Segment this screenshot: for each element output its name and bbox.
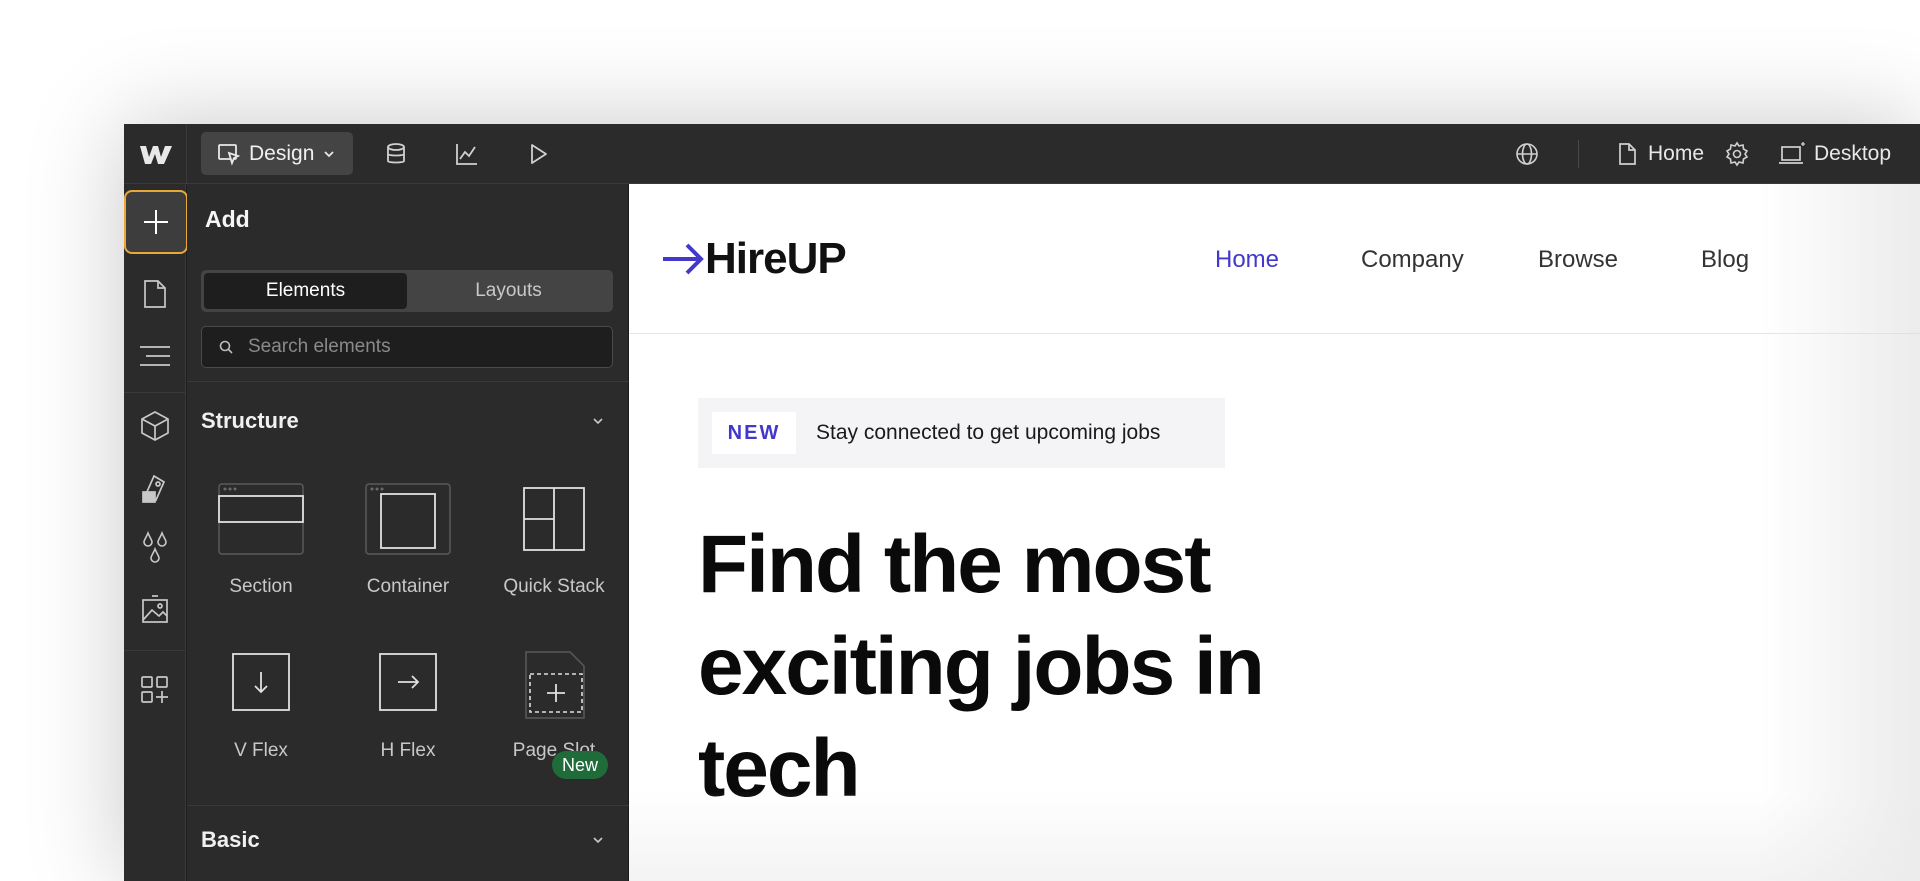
announcement-text: Stay connected to get upcoming jobs	[816, 421, 1161, 444]
design-canvas[interactable]: HireUP Home Company Browse Blog NEW Stay…	[629, 184, 1920, 881]
apps-panel-button[interactable]	[124, 662, 186, 718]
brand-name: HireUP	[705, 234, 847, 283]
nav-link-company[interactable]: Company	[1361, 246, 1464, 274]
quick-stack-element-icon	[523, 487, 585, 551]
add-panel: Add Elements Layouts Structure Section	[187, 184, 629, 881]
page-icon	[144, 280, 166, 308]
breakpoint-selector[interactable]: Desktop	[1778, 124, 1891, 184]
play-icon[interactable]	[525, 141, 551, 167]
announcement-banner[interactable]: NEW Stay connected to get upcoming jobs	[698, 398, 1225, 468]
search-input[interactable]	[246, 335, 590, 359]
hero-line: Find the most	[698, 519, 1212, 610]
style-manager-button[interactable]	[124, 460, 186, 516]
database-icon[interactable]	[383, 141, 409, 167]
new-badge: New	[552, 751, 608, 779]
chevron-down-icon	[324, 150, 335, 157]
element-label: Container	[366, 576, 450, 597]
design-mode-icon	[218, 143, 241, 166]
section-title: Structure	[201, 408, 299, 433]
design-mode-label: Design	[249, 141, 315, 165]
navigator-icon	[140, 346, 170, 366]
apps-icon	[141, 676, 168, 703]
nav-link-home[interactable]: Home	[1215, 246, 1279, 274]
design-mode-button[interactable]: Design	[201, 132, 353, 175]
nav-link-browse[interactable]: Browse	[1538, 246, 1618, 274]
container-element-icon	[365, 483, 451, 555]
pages-panel-button[interactable]	[124, 266, 186, 322]
left-icon-rail	[124, 184, 188, 881]
cube-icon	[141, 411, 169, 441]
element-container[interactable]: Container	[338, 482, 478, 622]
element-h-flex[interactable]: H Flex	[338, 646, 478, 786]
globe-icon[interactable]	[1514, 141, 1540, 167]
current-page-label: Home	[1648, 142, 1705, 165]
page-slot-element-icon	[525, 651, 585, 719]
tab-layouts[interactable]: Layouts	[407, 273, 610, 309]
section-title: Basic	[201, 827, 260, 852]
arrow-right-icon	[663, 243, 704, 275]
element-quick-stack[interactable]: Quick Stack	[484, 482, 624, 622]
panel-divider	[187, 381, 629, 382]
top-bar: Design Home Desktop	[124, 124, 1920, 184]
element-label: Quick Stack	[503, 576, 605, 597]
panel-divider	[187, 805, 629, 806]
style-icon	[142, 474, 166, 503]
page-selector[interactable]: Home	[1616, 124, 1704, 184]
rail-divider	[124, 392, 186, 393]
panel-title: Add	[205, 206, 250, 232]
add-panel-button[interactable]	[124, 190, 188, 254]
section-header-structure[interactable]: Structure	[201, 406, 613, 436]
element-v-flex[interactable]: V Flex	[191, 646, 331, 786]
navigator-panel-button[interactable]	[124, 328, 186, 384]
breakpoint-label: Desktop	[1814, 142, 1892, 165]
section-header-basic[interactable]: Basic	[201, 825, 613, 855]
elements-layouts-toggle: Elements Layouts	[201, 270, 613, 312]
drops-icon	[143, 531, 167, 563]
element-label: H Flex	[380, 740, 436, 761]
desktop-breakpoint-icon	[1779, 142, 1805, 164]
webflow-designer-window: Design Home Desktop Add Elements Layouts…	[124, 124, 1920, 881]
site-logo[interactable]: HireUP	[661, 234, 847, 284]
h-flex-element-icon	[379, 653, 437, 711]
topbar-divider	[186, 124, 187, 184]
components-panel-button[interactable]	[124, 398, 186, 454]
element-section[interactable]: Section	[191, 482, 331, 622]
webflow-logo-icon[interactable]	[138, 140, 174, 168]
tab-elements[interactable]: Elements	[204, 273, 407, 309]
header-divider	[629, 333, 1920, 334]
assets-panel-button[interactable]	[124, 582, 186, 638]
announcement-tag: NEW	[712, 412, 796, 454]
element-label: Section	[229, 576, 293, 597]
image-icon	[142, 595, 168, 623]
analytics-icon[interactable]	[454, 141, 480, 167]
nav-link-blog[interactable]: Blog	[1701, 246, 1749, 274]
page-icon	[1619, 143, 1636, 165]
hero-heading: Find the most exciting jobs in tech	[698, 514, 1318, 820]
variables-panel-button[interactable]	[124, 520, 186, 576]
plus-icon	[144, 210, 168, 234]
section-element-icon	[218, 483, 304, 555]
canvas-edge-shade	[1760, 184, 1920, 881]
element-label: V Flex	[234, 740, 288, 761]
chevron-down-icon	[593, 837, 603, 844]
settings-gear-icon[interactable]	[1724, 141, 1750, 167]
hero-line: tech	[698, 723, 861, 814]
hero-line: exciting jobs in	[698, 621, 1265, 712]
chevron-down-icon	[593, 418, 603, 425]
rail-divider	[124, 650, 186, 651]
search-icon	[219, 340, 233, 354]
v-flex-element-icon	[232, 653, 290, 711]
topbar-separator	[1578, 140, 1579, 168]
search-box	[201, 326, 613, 368]
